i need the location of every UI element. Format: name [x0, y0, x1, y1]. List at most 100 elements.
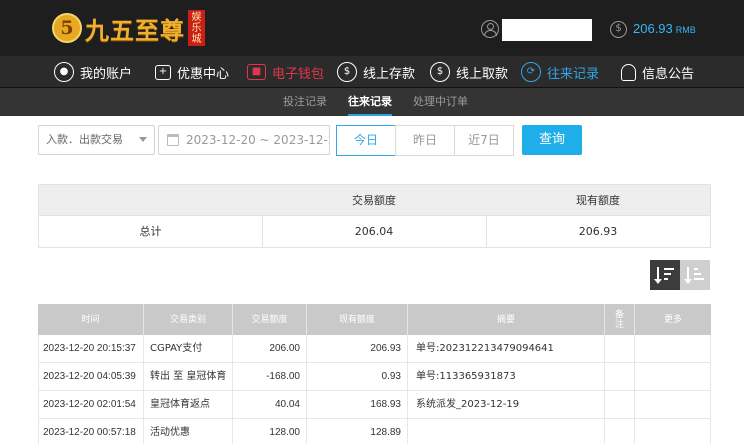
- cell-more[interactable]: [635, 335, 710, 362]
- table-row[interactable]: 2023-12-20 02:01:54 皇冠体育返点 40.04 168.93 …: [38, 391, 711, 419]
- cell-type: 活动优惠: [144, 419, 233, 444]
- filter-7days-button[interactable]: 近7日: [454, 125, 514, 156]
- nav-deposit[interactable]: $ 线上存款: [337, 56, 415, 88]
- select-value: 入款．出款交易: [46, 133, 123, 146]
- table-row[interactable]: 2023-12-20 04:05:39 转出 至 皇冠体育 -168.00 0.…: [38, 363, 711, 391]
- nav-withdraw[interactable]: $ 线上取款: [430, 56, 508, 88]
- summary-table: 交易额度 现有额度 总计 206.04 206.93: [38, 184, 711, 248]
- site-logo[interactable]: 5 九五至尊 娱乐城: [52, 8, 205, 48]
- cell-summary: 单号:202312213479094641: [408, 335, 605, 362]
- divider: [486, 216, 487, 247]
- wallet-icon: ■: [247, 64, 266, 80]
- table-row[interactable]: 2023-12-20 20:15:37 CGPAY支付 206.00 206.9…: [38, 335, 711, 363]
- chevron-down-icon: [139, 137, 147, 142]
- summary-total-amount: 206.04: [354, 225, 394, 238]
- nav-label: 线上存款: [363, 66, 416, 82]
- cell-time: 2023-12-20 02:01:54: [39, 391, 144, 418]
- divider: [262, 216, 263, 247]
- date-range-value: 2023-12-20 ~ 2023-12-20: [186, 133, 330, 147]
- cell-balance: 0.93: [307, 363, 408, 390]
- cell-balance: 168.93: [307, 391, 408, 418]
- logo-seal: 娱乐城: [188, 10, 205, 46]
- logo-badge: 5: [52, 13, 82, 43]
- col-more[interactable]: 更多: [635, 304, 711, 335]
- coin-icon: $: [610, 21, 627, 38]
- col-type[interactable]: 交易类别: [144, 304, 233, 335]
- summary-col-amount: 交易额度: [352, 194, 396, 207]
- cell-more[interactable]: [635, 419, 710, 444]
- subtab-bet-records[interactable]: 投注记录: [283, 88, 327, 116]
- user-icon[interactable]: [481, 20, 499, 38]
- summary-total-label: 总计: [139, 225, 162, 238]
- cell-summary: 系统派发_2023-12-19: [408, 391, 605, 418]
- sub-nav: 投注记录 往来记录 处理中订单: [0, 88, 744, 116]
- sort-bar: [694, 278, 704, 280]
- cell-balance: 128.89: [307, 419, 408, 444]
- cell-amount: 128.00: [233, 419, 307, 444]
- filter-yesterday-button[interactable]: 昨日: [395, 125, 455, 156]
- logo-text: 九五至尊: [85, 15, 185, 45]
- calendar-icon: [167, 134, 179, 146]
- cell-amount: -168.00: [233, 363, 307, 390]
- nav-history[interactable]: ⟳ 往来记录: [521, 56, 599, 88]
- sort-bar: [664, 268, 674, 270]
- col-remark[interactable]: 备注: [605, 304, 635, 335]
- sort-bar: [694, 273, 701, 275]
- cell-summary: 单号:113365931873: [408, 363, 605, 390]
- summary-row: 总计 206.04 206.93: [39, 216, 710, 247]
- bell-icon: [621, 63, 636, 81]
- history-icon: ⟳: [521, 62, 541, 82]
- summary-header: 交易额度 现有额度: [39, 185, 710, 216]
- cell-balance: 206.93: [307, 335, 408, 362]
- cell-time: 2023-12-20 04:05:39: [39, 363, 144, 390]
- cell-type: CGPAY支付: [144, 335, 233, 362]
- sort-bar: [664, 273, 671, 275]
- nav-label: 电子钱包: [272, 66, 325, 82]
- nav-wallet[interactable]: ■ 电子钱包: [247, 56, 324, 88]
- subtab-transactions[interactable]: 往来记录: [348, 88, 392, 116]
- subtab-pending-orders[interactable]: 处理中订单: [413, 88, 468, 116]
- cell-more[interactable]: [635, 391, 710, 418]
- nav-label: 信息公告: [642, 66, 695, 82]
- summary-header-empty: [39, 185, 262, 216]
- nav-label: 往来记录: [547, 66, 600, 82]
- transaction-type-select[interactable]: 入款．出款交易: [38, 125, 155, 155]
- sort-ascending-button[interactable]: [680, 260, 710, 290]
- col-amount[interactable]: 交易额度: [233, 304, 307, 335]
- nav-label: 优惠中心: [177, 66, 230, 82]
- username-redacted: [502, 19, 592, 41]
- cell-remark: [605, 363, 635, 390]
- cell-summary: [408, 419, 605, 444]
- col-time[interactable]: 时间: [38, 304, 144, 335]
- table-row[interactable]: 2023-12-20 00:57:18 活动优惠 128.00 128.89: [38, 419, 711, 444]
- sort-bar: [664, 278, 668, 280]
- withdraw-icon: $: [430, 62, 450, 82]
- gift-icon: +: [155, 64, 171, 80]
- cell-more[interactable]: [635, 363, 710, 390]
- filter-today-button[interactable]: 今日: [336, 125, 396, 156]
- nav-my-account[interactable]: ● 我的账户: [54, 56, 132, 88]
- cell-remark: [605, 335, 635, 362]
- col-summary[interactable]: 摘要: [408, 304, 605, 335]
- summary-col-balance: 现有额度: [576, 194, 620, 207]
- balance-value: 206.93: [633, 21, 673, 36]
- nav-label: 线上取款: [456, 66, 509, 82]
- cell-remark: [605, 419, 635, 444]
- nav-label: 我的账户: [80, 66, 133, 82]
- nav-promotions[interactable]: + 优惠中心: [155, 56, 229, 88]
- deposit-icon: $: [337, 62, 357, 82]
- cell-time: 2023-12-20 00:57:18: [39, 419, 144, 444]
- cell-time: 2023-12-20 20:15:37: [39, 335, 144, 362]
- cell-amount: 40.04: [233, 391, 307, 418]
- sort-desc-icon: [654, 267, 662, 284]
- sort-bar: [694, 268, 698, 270]
- cell-amount: 206.00: [233, 335, 307, 362]
- nav-announcements[interactable]: 信息公告: [621, 56, 694, 88]
- col-balance[interactable]: 现有额度: [307, 304, 408, 335]
- date-range-input[interactable]: 2023-12-20 ~ 2023-12-20: [158, 125, 330, 155]
- cell-type: 皇冠体育返点: [144, 391, 233, 418]
- query-button[interactable]: 查询: [522, 125, 582, 155]
- sort-descending-button[interactable]: [650, 260, 680, 290]
- cell-type: 转出 至 皇冠体育: [144, 363, 233, 390]
- sort-asc-icon: [684, 267, 692, 284]
